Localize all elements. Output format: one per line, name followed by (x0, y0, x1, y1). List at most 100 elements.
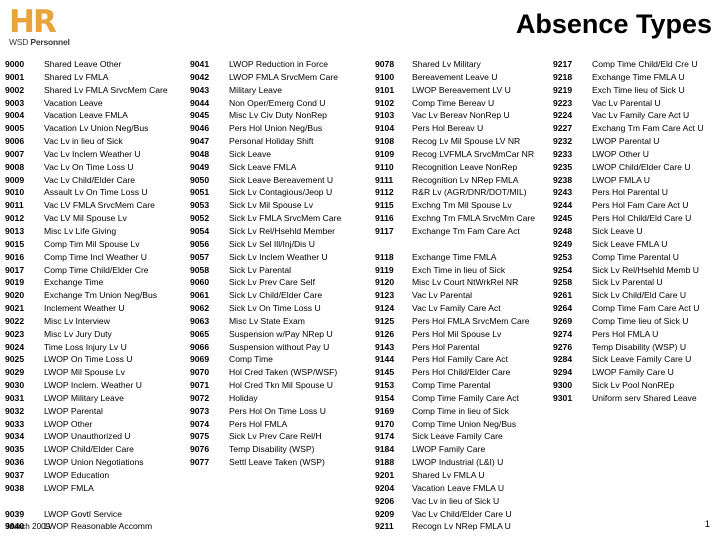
absence-type-label: Comp Time Bereav U (412, 97, 495, 108)
absence-type-code: 9110 (375, 161, 394, 172)
absence-type-code: 9058 (190, 264, 210, 275)
absence-type-row: 9000 Shared Leave Other (5, 58, 187, 71)
absence-type-label: Recog LVFMLA SrvcMmCar NR (412, 148, 535, 159)
absence-type-code: 9048 (190, 148, 210, 159)
absence-type-label: Sick Lv On Time Loss U (229, 303, 321, 314)
absence-type-code: 9009 (5, 174, 25, 185)
absence-type-code: 9143 (375, 341, 395, 352)
absence-type-code: 9038 (5, 482, 25, 493)
absence-type-label: LWOP Education (44, 470, 110, 480)
absence-type-label: Sick Lv FMLA SrvcMem Care (229, 213, 342, 224)
absence-type-code: 9037 (5, 470, 25, 480)
absence-type-label: Sick Leave Bereavement U (229, 174, 334, 185)
absence-type-code: 9031 (5, 392, 25, 403)
absence-type-row: 9223 Vac Lv Parental U (553, 97, 719, 110)
absence-type-row: 9005 Vacation Lv Union Neg/Bus (5, 122, 187, 135)
absence-type-code: 9035 (5, 444, 25, 455)
absence-type-code: 9000 (5, 59, 25, 69)
absence-type-code: 9034 (5, 431, 25, 442)
absence-type-label: LWOP Other (44, 418, 93, 429)
absence-type-column-1: 9000 Shared Leave Other 9001 Shared Lv FMLA… (5, 58, 187, 533)
absence-type-code: 9101 (375, 84, 395, 95)
absence-type-label: Recognition Lv NRep FMLA (412, 174, 519, 185)
absence-type-row: 9070 Hol Cred Taken (WSP/WSF) (190, 366, 375, 379)
absence-type-code: 9170 (375, 418, 395, 429)
absence-type-row: 9004 Vacation Leave FMLA (5, 109, 187, 122)
absence-type-row: 9274 Pers Hol FMLA U (553, 328, 719, 341)
absence-type-label: LWOP Family Care U (592, 367, 674, 378)
absence-type-code: 9070 (190, 367, 210, 378)
absence-type-row: 9294 LWOP Family Care U (553, 366, 719, 379)
absence-type-row: 9060 Sick Lv Prev Care Self (190, 276, 375, 289)
absence-type-label: Comp Tim Mil Spouse Lv (44, 238, 140, 249)
absence-type-row: 9103 Vac Lv Bereav NonRep U (375, 109, 550, 122)
absence-type-code: 9053 (190, 200, 210, 211)
hr-logo-subtitle-personnel: Personnel (30, 37, 70, 47)
absence-type-code: 9039 (5, 508, 25, 519)
absence-type-label: LWOP Child/Elder Care (44, 444, 134, 455)
absence-type-row: 9065 Suspension w/Pay NRep U (190, 328, 375, 341)
absence-type-code: 9042 (190, 71, 210, 82)
absence-type-row: 9016 Comp Time Incl Weather U (5, 251, 187, 264)
absence-type-row: 9045 Misc Lv Civ Duty NonRep (190, 109, 375, 122)
absence-type-code: 9041 (190, 59, 210, 69)
absence-type-label: Sick Leave Family Care (412, 431, 503, 442)
absence-type-label: Sick Leave (229, 148, 272, 159)
absence-type-code: 9004 (5, 110, 25, 121)
absence-type-row: 9217 Comp Time Child/Eld Cre U (553, 58, 719, 71)
absence-type-code: 9033 (5, 418, 25, 429)
absence-type-label: Comp Time Union Neg/Bus (412, 418, 517, 429)
absence-type-label: Comp Time Family Care Act (412, 392, 519, 403)
absence-type-code: 9006 (5, 136, 25, 147)
absence-type-code: 9123 (375, 290, 395, 301)
absence-type-row: 9047 Personal Holiday Shift (190, 135, 375, 148)
absence-type-label: Sick Lv Child/Eld Care U (592, 290, 687, 301)
absence-type-row: 9261 Sick Lv Child/Eld Care U (553, 289, 719, 302)
absence-type-label: Pers Hol Parental U (592, 187, 668, 198)
absence-type-row: 9056 Sick Lv Sel Ill/Inj/Dis U (190, 238, 375, 251)
absence-type-label: Pers Hol FMLA U (592, 328, 659, 339)
absence-type-label: Comp Time Parental (412, 380, 491, 391)
absence-type-row: 9144 Pers Hol Family Care Act (375, 353, 550, 366)
absence-type-row: 9046 Pers Hol Union Neg/Bus (190, 122, 375, 135)
absence-type-label: LWOP Govtl Service (44, 508, 123, 519)
absence-type-label: Assault Lv On Time Loss U (44, 187, 148, 198)
absence-type-row: 9143 Pers Hol Parental (375, 341, 550, 354)
absence-type-row: 9076 Temp Disability (WSP) (190, 443, 375, 456)
absence-type-code: 9206 (375, 495, 395, 506)
absence-type-label: Sick Lv Rel/Hsehld Member (229, 225, 336, 236)
absence-type-row: 9109 Recog LVFMLA SrvcMmCar NR (375, 148, 550, 161)
absence-type-code: 9118 (375, 251, 394, 262)
absence-type-code: 9011 (5, 200, 24, 211)
absence-type-label: Exchange Time FMLA U (592, 71, 685, 82)
absence-type-row: 9110 Recognition Leave NonRep (375, 161, 550, 174)
absence-type-code: 9276 (553, 341, 573, 352)
page-header: HR WSD Personnel Absence Types (0, 0, 720, 54)
absence-type-code: 9249 (553, 238, 573, 249)
absence-type-row: 9249 Sick Leave FMLA U (553, 238, 719, 251)
absence-type-code: 9112 (375, 187, 394, 198)
absence-type-code: 9223 (553, 97, 573, 108)
absence-type-row: 9153 Comp Time Parental (375, 379, 550, 392)
absence-type-code: 9124 (375, 303, 395, 314)
absence-type-label: Hol Cred Tkn Mil Spouse U (229, 380, 333, 391)
absence-type-code: 9284 (553, 354, 573, 365)
absence-type-code: 9235 (553, 161, 573, 172)
absence-type-label: Comp Time (229, 354, 273, 365)
absence-type-code: 9045 (190, 110, 210, 121)
absence-type-row: 9015 Comp Tim Mil Spouse Lv (5, 238, 187, 251)
absence-type-row: 9001 Shared Lv FMLA (5, 71, 187, 84)
absence-type-row: 9037 LWOP Education (5, 469, 187, 482)
absence-type-row: 9232 LWOP Parental U (553, 135, 719, 148)
absence-type-row: 9253 Comp Time Parental U (553, 251, 719, 264)
absence-type-code: 9300 (553, 380, 573, 391)
absence-type-code: 9294 (553, 367, 573, 378)
absence-type-code: 9032 (5, 405, 25, 416)
hr-logo: HR WSD Personnel (9, 7, 105, 47)
absence-type-label: Sick Leave FMLA (229, 161, 297, 172)
absence-type-code: 9219 (553, 84, 573, 95)
absence-type-row: 9124 Vac Lv Family Care Act (375, 302, 550, 315)
absence-type-code: 9102 (375, 97, 395, 108)
absence-type-row: 9078 Shared Lv Military (375, 58, 550, 71)
absence-type-row: 9013 Misc Lv Life Giving (5, 225, 187, 238)
